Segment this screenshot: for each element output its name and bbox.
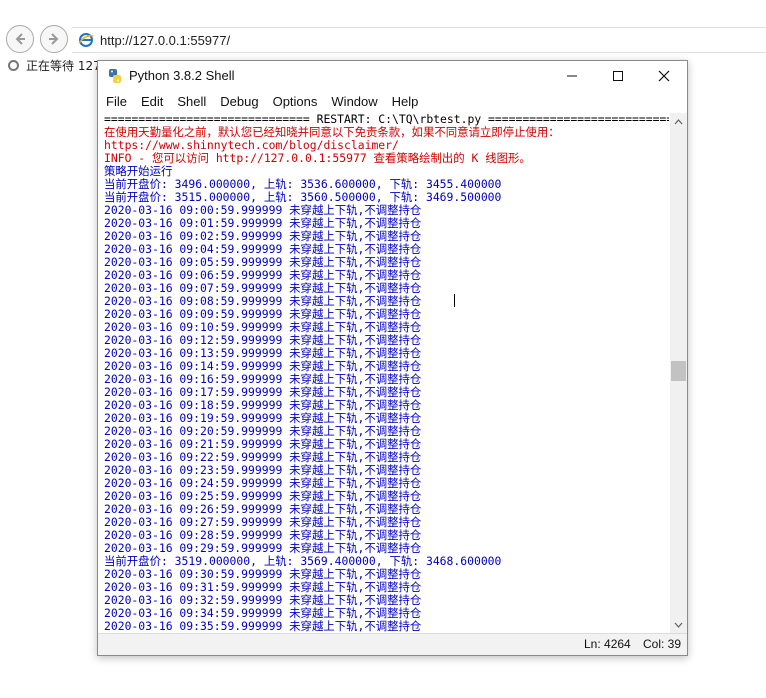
menu-window[interactable]: Window xyxy=(325,94,383,109)
minimize-button[interactable] xyxy=(549,61,595,90)
status-col: Col: 39 xyxy=(643,637,682,651)
loading-spinner-icon xyxy=(8,59,19,71)
shell-output[interactable]: ============================== RESTART: … xyxy=(101,113,669,633)
shell-line: INFO - 您可以访问 http://127.0.0.1:55977 查看策略… xyxy=(104,151,531,165)
address-url: http://127.0.0.1:55977/ xyxy=(100,32,231,48)
status-bar: Ln: 4264 Col: 39 xyxy=(98,633,687,655)
forward-arrow-icon xyxy=(49,33,59,45)
maximize-button[interactable] xyxy=(595,61,641,90)
chevron-down-icon xyxy=(674,622,683,628)
menu-edit[interactable]: Edit xyxy=(135,94,169,109)
menu-debug[interactable]: Debug xyxy=(214,94,264,109)
chevron-up-icon xyxy=(674,118,683,124)
menu-file[interactable]: File xyxy=(100,94,133,109)
back-button[interactable] xyxy=(6,25,34,53)
close-button[interactable] xyxy=(641,61,687,90)
python-icon xyxy=(109,68,121,83)
address-bar[interactable]: http://127.0.0.1:55977/ xyxy=(72,27,766,53)
window-title: Python 3.8.2 Shell xyxy=(129,68,235,83)
scroll-down-button[interactable] xyxy=(670,616,687,633)
tab-title: 正在等待 127 xyxy=(26,58,101,73)
minimize-icon xyxy=(567,75,577,76)
menu-shell[interactable]: Shell xyxy=(171,94,212,109)
status-line: Ln: 4264 xyxy=(584,637,631,651)
menu-options[interactable]: Options xyxy=(267,94,324,109)
idle-shell-window: Python 3.8.2 Shell File Edit Shell Debug… xyxy=(97,60,688,656)
ie-page-icon xyxy=(78,33,94,47)
close-icon xyxy=(658,70,670,81)
scroll-thumb[interactable] xyxy=(671,361,686,381)
shell-line: 2020-03-16 09:35:59.999999 未穿越上下轨,不调整持仓 xyxy=(104,619,422,633)
scroll-up-button[interactable] xyxy=(670,113,687,130)
maximize-icon xyxy=(613,70,623,81)
forward-button[interactable] xyxy=(40,25,68,53)
menu-bar: File Edit Shell Debug Options Window Hel… xyxy=(98,90,687,112)
text-cursor xyxy=(454,294,455,307)
menu-help[interactable]: Help xyxy=(386,94,425,109)
vertical-scrollbar[interactable] xyxy=(670,113,687,633)
back-arrow-icon xyxy=(15,33,25,45)
